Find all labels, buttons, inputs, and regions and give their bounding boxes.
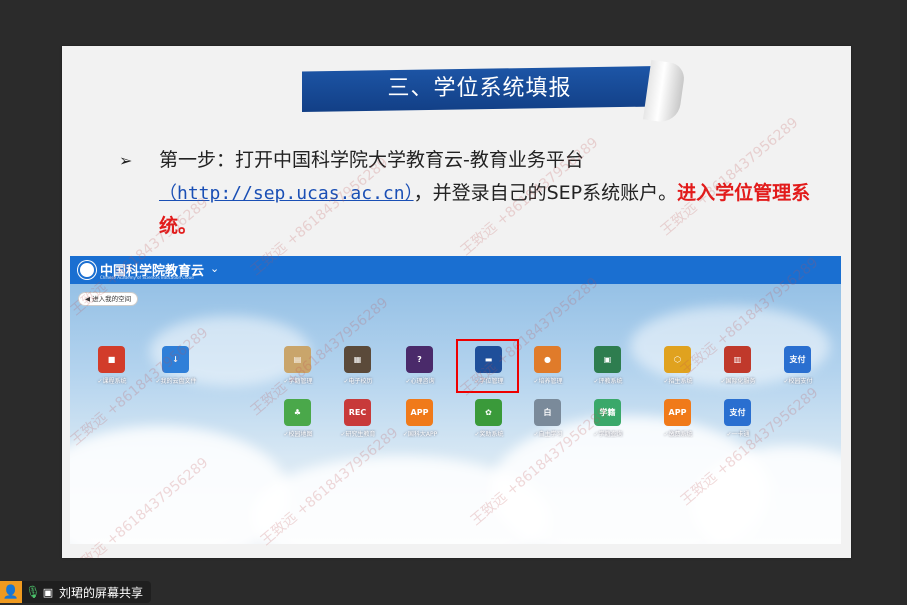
portal-header: 中国科学院教育云 Chinese Academy of Sciences Edu… (70, 256, 841, 284)
app-icon: REC (344, 399, 371, 426)
app-icon: ● (534, 346, 561, 373)
app-label: ✓校园支付 (783, 378, 813, 385)
app-tile[interactable]: ✿ ✓奖助系统 (459, 399, 519, 447)
share-label: 刘珺的屏幕共享 (59, 585, 144, 600)
app-icon: APP (406, 399, 433, 426)
app-icon: ▤ (284, 346, 311, 373)
app-tile[interactable]: 支付 ✓校园支付 (768, 346, 828, 394)
app-icon: ♣ (284, 399, 311, 426)
app-icon: 学籍 (594, 399, 621, 426)
app-tile[interactable]: ↓ ✓我的云盘文件 (146, 346, 206, 394)
top-bar (0, 0, 907, 32)
app-icon: ■ (98, 346, 125, 373)
screen-share-indicator[interactable]: 👤 🎙 ▣ 刘珺的屏幕共享 (0, 581, 152, 603)
app-icon: ⬡ (664, 346, 691, 373)
app-tile[interactable]: ? ✓心理咨询 (390, 346, 450, 394)
app-tile[interactable]: APP ✓国科大APP (390, 399, 450, 447)
step-text: 第一步：打开中国科学院大学教育云-教育业务平台 (159, 149, 584, 171)
presentation-slide: 三、学位系统填报 ➢ 第一步：打开中国科学院大学教育云-教育业务平台 （http… (62, 46, 851, 558)
app-icon: ↓ (162, 346, 189, 373)
slide-title: 三、学位系统填报 (387, 76, 572, 101)
portal-logo-sub: Chinese Academy of Sciences Education Cl… (100, 275, 194, 280)
app-label: ✓国际化服务 (720, 378, 756, 385)
enter-space-button[interactable]: ◀ 进入我的空间 (78, 292, 139, 306)
app-icon: ✿ (475, 399, 502, 426)
user-icon: 👤 (0, 581, 22, 603)
app-label: ✓自主学习 (533, 431, 563, 438)
app-label: ✓缴费系统 (663, 431, 693, 438)
app-tile[interactable]: ■ ✓课程系统 (82, 346, 142, 394)
app-icon: 支付 (784, 346, 811, 373)
app-tile[interactable]: 学籍 ✓学籍查询 (578, 399, 638, 447)
embedded-screenshot: 中国科学院教育云 Chinese Academy of Sciences Edu… (70, 256, 841, 544)
app-label: ✓学籍管理 (283, 378, 313, 385)
app-label: ✓电子校历 (343, 378, 373, 385)
microphone-icon[interactable]: 🎙 (25, 585, 41, 599)
app-tile[interactable]: REC ✓研究生教育 (328, 399, 388, 447)
app-label: ✓学籍查询 (593, 431, 623, 438)
app-label: ✓招生系统 (663, 378, 693, 385)
app-tile[interactable]: ▥ ✓国际化服务 (708, 346, 768, 394)
app-label: ✓一卡通 (726, 431, 750, 438)
app-tile[interactable]: APP ✓缴费系统 (648, 399, 708, 447)
app-tile[interactable]: 支付 ✓一卡通 (708, 399, 768, 447)
app-icon: 支付 (724, 399, 751, 426)
app-label: ✓评教系统 (593, 378, 623, 385)
app-icon: ▥ (724, 346, 751, 373)
app-icon: ? (406, 346, 433, 373)
sep-link[interactable]: （http://sep.ucas.ac.cn） (159, 183, 414, 204)
app-icon: ▦ (344, 346, 371, 373)
app-tile[interactable]: ⬡ ✓招生系统 (648, 346, 708, 394)
app-label: ✓校园地图 (283, 431, 313, 438)
app-icon: ▣ (594, 346, 621, 373)
app-label: ✓课程系统 (97, 378, 127, 385)
app-tile[interactable]: 白 ✓自主学习 (518, 399, 578, 447)
chevron-down-icon[interactable]: ⌄ (210, 262, 219, 275)
app-icon: APP (664, 399, 691, 426)
portal-logo-icon (78, 261, 96, 279)
app-tile[interactable]: ▣ ✓评教系统 (578, 346, 638, 394)
app-tile[interactable]: ▤ ✓学籍管理 (268, 346, 328, 394)
app-label: ✓我的云盘文件 (155, 378, 197, 385)
highlight-box (456, 339, 519, 393)
app-tile[interactable]: ● ✓培养管理 (518, 346, 578, 394)
screen-share-icon: ▣ (42, 585, 54, 599)
slide-title-banner: 三、学位系统填报 (302, 59, 687, 125)
app-icon: 白 (534, 399, 561, 426)
step-text-middle: ，并登录自己的SEP系统账户。 (413, 182, 678, 204)
app-label: ✓心理咨询 (405, 378, 435, 385)
app-tile[interactable]: ▦ ✓电子校历 (328, 346, 388, 394)
app-tile[interactable]: ♣ ✓校园地图 (268, 399, 328, 447)
app-label: ✓奖助系统 (474, 431, 504, 438)
bullet-icon: ➢ (119, 151, 133, 170)
app-label: ✓国科大APP (402, 431, 438, 438)
app-label: ✓研究生教育 (340, 431, 376, 438)
app-label: ✓培养管理 (533, 378, 563, 385)
